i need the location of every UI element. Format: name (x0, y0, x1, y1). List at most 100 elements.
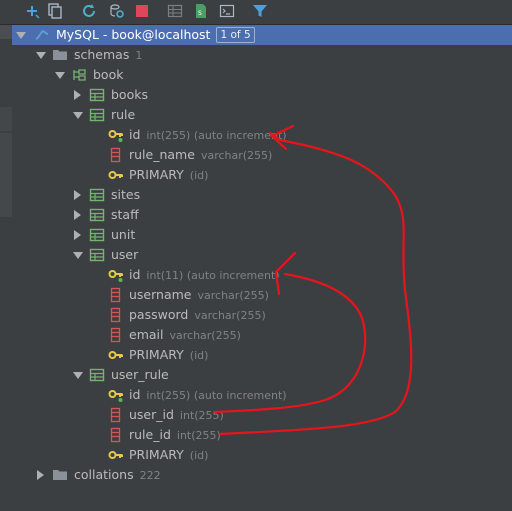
column-type: int(255) (179, 409, 224, 422)
index-rule-primary[interactable]: PRIMARY (id) (12, 165, 512, 185)
expand-arrow-icon[interactable] (73, 372, 83, 379)
gutter-mark (0, 133, 12, 217)
tree-node-books[interactable]: books (12, 85, 512, 105)
tree-node-schemas[interactable]: schemas 1 (12, 45, 512, 65)
collations-label: collations (74, 467, 134, 482)
schema-icon (71, 67, 87, 83)
table-icon (89, 367, 105, 383)
index-user-rule-primary[interactable]: PRIMARY (id) (12, 445, 512, 465)
column-name: username (129, 287, 192, 302)
mysql-icon (34, 27, 50, 43)
column-user-rule-rule-id[interactable]: rule_id int(255) (12, 425, 512, 445)
tree-node-datasource[interactable]: MySQL - book@localhost 1 of 5 (12, 25, 512, 45)
column-username[interactable]: username varchar(255) (12, 285, 512, 305)
collations-count: 222 (139, 469, 161, 482)
column-name: rule_name (129, 147, 195, 162)
column-icon (108, 407, 124, 423)
column-name: id (129, 127, 141, 142)
column-type: int(255) (176, 429, 221, 442)
column-name: id (129, 267, 141, 282)
table-icon (89, 87, 105, 103)
column-icon (108, 307, 124, 323)
index-name: PRIMARY (129, 347, 184, 362)
left-gutter (0, 25, 12, 511)
column-email[interactable]: email varchar(255) (12, 325, 512, 345)
tree-node-user[interactable]: user (12, 245, 512, 265)
tree-node-user-rule[interactable]: user_rule (12, 365, 512, 385)
tree-node-collations[interactable]: collations 222 (12, 465, 512, 485)
column-icon (108, 327, 124, 343)
copy-icon[interactable] (47, 3, 63, 19)
books-label: books (111, 87, 148, 102)
primary-key-column-icon (108, 387, 124, 403)
rule-label: rule (111, 107, 136, 122)
tree-node-unit[interactable]: unit (12, 225, 512, 245)
user-label: user (111, 247, 139, 262)
gutter-mark (0, 25, 12, 39)
column-type: int(255) (auto increment) (146, 389, 287, 402)
collapse-arrow-icon[interactable] (74, 230, 81, 240)
column-type: varchar(255) (194, 309, 266, 322)
expand-arrow-icon[interactable] (36, 52, 46, 59)
schemas-label: schemas (74, 47, 130, 62)
table-icon (89, 207, 105, 223)
column-type: varchar(255) (169, 329, 241, 342)
folder-icon (52, 467, 68, 483)
column-icon (108, 147, 124, 163)
collapse-arrow-icon[interactable] (74, 190, 81, 200)
refresh-icon[interactable] (81, 3, 97, 19)
console-icon[interactable] (219, 3, 235, 19)
add-icon[interactable] (24, 3, 40, 19)
index-columns: (id) (189, 449, 209, 462)
column-icon (108, 427, 124, 443)
sites-label: sites (111, 187, 141, 202)
key-icon (108, 347, 124, 363)
column-name: password (129, 307, 189, 322)
gutter-mark (0, 107, 12, 131)
column-name: email (129, 327, 164, 342)
table-view-icon[interactable] (167, 3, 183, 19)
unit-label: unit (111, 227, 136, 242)
key-icon (108, 167, 124, 183)
column-user-rule-id[interactable]: id int(255) (auto increment) (12, 385, 512, 405)
filter-icon[interactable] (252, 3, 268, 19)
expand-arrow-icon[interactable] (16, 32, 26, 39)
column-user-id[interactable]: id int(11) (auto increment) (12, 265, 512, 285)
column-name: rule_id (129, 427, 171, 442)
expand-arrow-icon[interactable] (73, 112, 83, 119)
key-icon (108, 447, 124, 463)
expand-arrow-icon[interactable] (55, 72, 65, 79)
column-type: varchar(255) (197, 289, 269, 302)
toolbar: S (0, 0, 512, 25)
primary-key-column-icon (108, 127, 124, 143)
schemas-count: 1 (135, 49, 143, 62)
column-user-rule-user-id[interactable]: user_id int(255) (12, 405, 512, 425)
stop-icon[interactable] (134, 3, 150, 19)
tree-node-rule[interactable]: rule (12, 105, 512, 125)
column-type: int(11) (auto increment) (146, 269, 280, 282)
collapse-arrow-icon[interactable] (74, 210, 81, 220)
index-columns: (id) (189, 169, 209, 182)
index-user-primary[interactable]: PRIMARY (id) (12, 345, 512, 365)
svg-text:S: S (198, 10, 202, 17)
datasource-badge: 1 of 5 (216, 27, 255, 43)
column-icon (108, 287, 124, 303)
schema-sync-icon[interactable] (109, 3, 125, 19)
tree-node-sites[interactable]: sites (12, 185, 512, 205)
index-columns: (id) (189, 349, 209, 362)
tree-node-staff[interactable]: staff (12, 205, 512, 225)
book-label: book (93, 67, 124, 82)
column-rule-id[interactable]: id int(255) (auto increment) (12, 125, 512, 145)
index-name: PRIMARY (129, 167, 184, 182)
collapse-arrow-icon[interactable] (37, 470, 44, 480)
expand-arrow-icon[interactable] (73, 252, 83, 259)
table-icon (89, 187, 105, 203)
datasource-label: MySQL - book@localhost (56, 27, 211, 42)
column-name: user_id (129, 407, 174, 422)
column-password[interactable]: password varchar(255) (12, 305, 512, 325)
collapse-arrow-icon[interactable] (74, 90, 81, 100)
tree-node-book[interactable]: book (12, 65, 512, 85)
column-rule-name[interactable]: rule_name varchar(255) (12, 145, 512, 165)
ddl-icon[interactable]: S (193, 3, 209, 19)
database-tree: MySQL - book@localhost 1 of 5 schemas 1 bo… (12, 25, 512, 511)
